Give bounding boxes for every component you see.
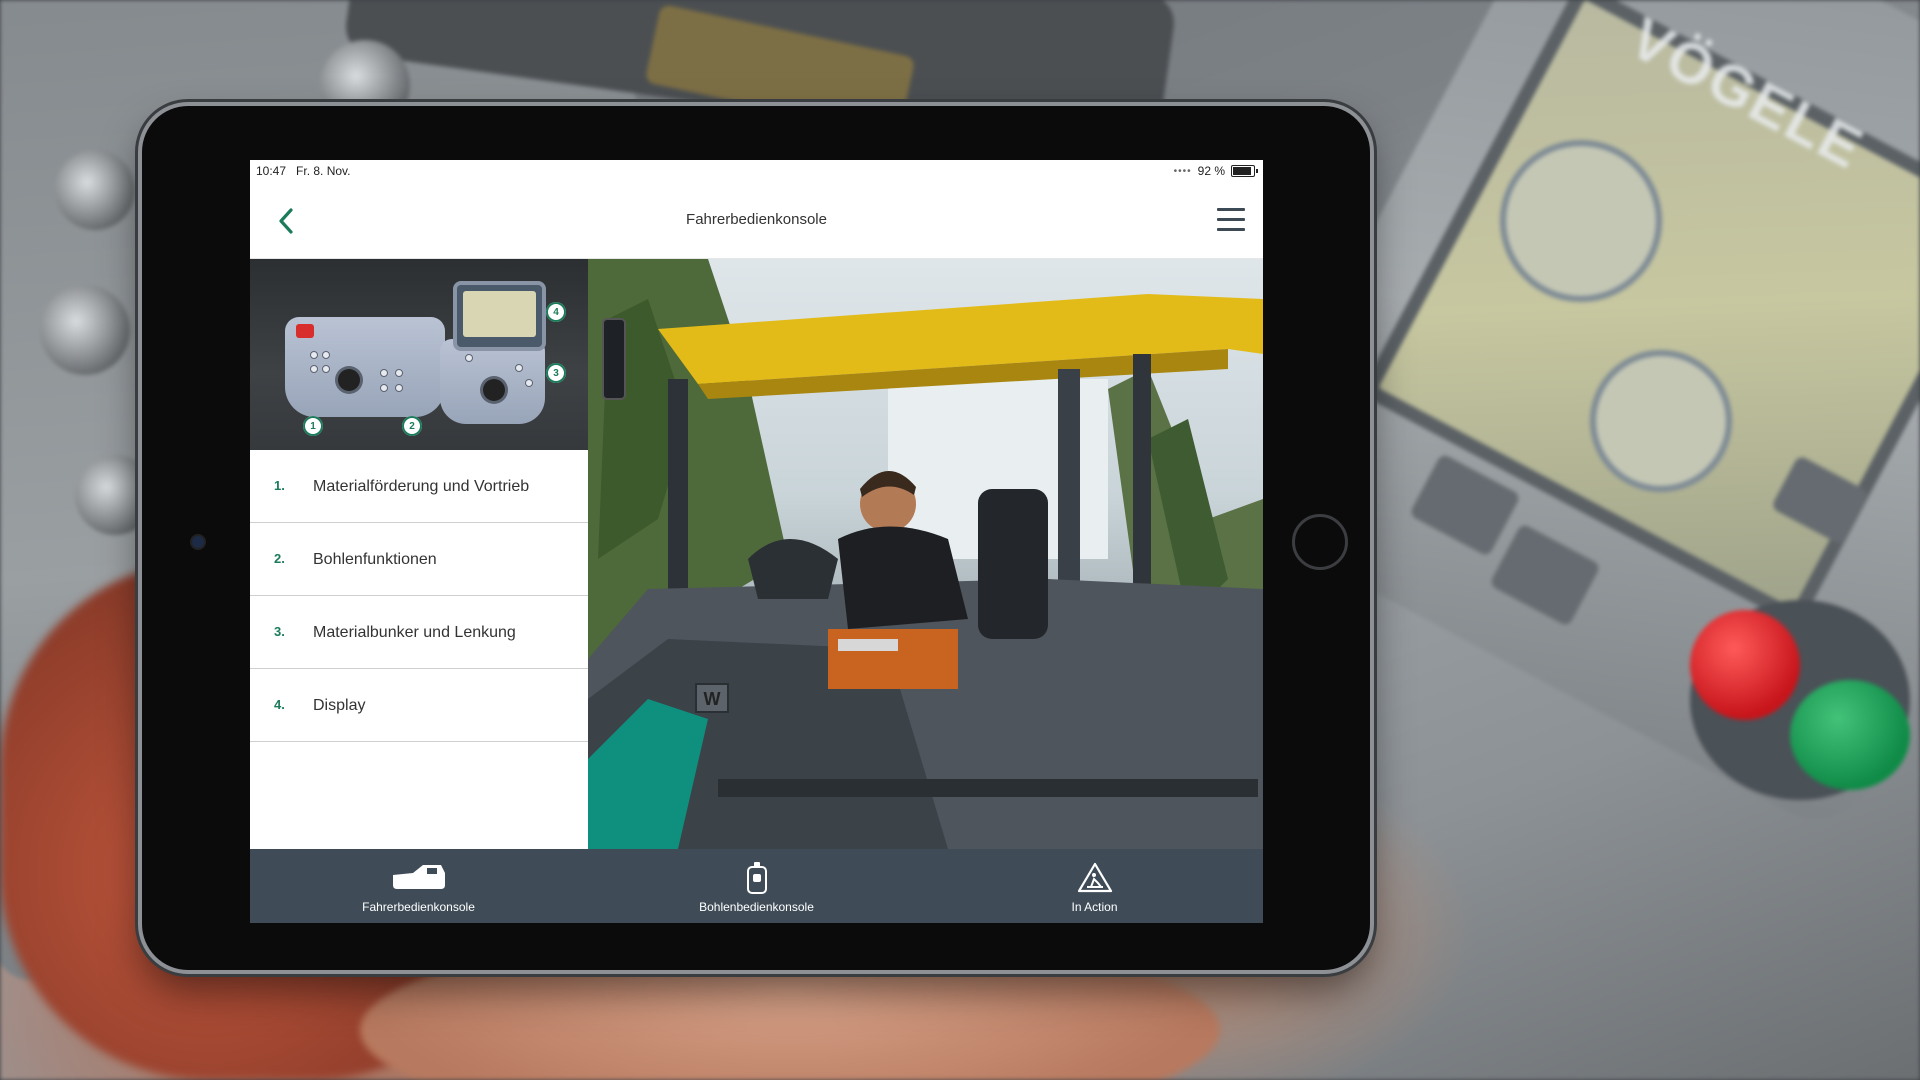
bg-knob [55, 150, 135, 230]
app-screen: 10:47 Fr. 8. Nov. •••• 92 % Fahrerbedien… [250, 160, 1263, 923]
menu-button[interactable] [1217, 208, 1245, 234]
console-display [453, 281, 546, 351]
list-item-materialfoerderung[interactable]: 1. Materialförderung und Vortrieb [250, 450, 588, 523]
console-diagram-image[interactable]: 1 2 3 4 [250, 259, 588, 450]
photo-illustration: W [588, 259, 1263, 849]
tab-bohlenbedienkonsole[interactable]: Bohlenbedienkonsole [588, 849, 925, 923]
bg-gauge [1500, 140, 1662, 302]
wifi-icon: •••• [1173, 165, 1192, 177]
item-number: 1. [274, 478, 285, 493]
tab-in-action[interactable]: In Action [926, 849, 1263, 923]
marker-4[interactable]: 4 [546, 302, 566, 322]
status-time: 10:47 [256, 164, 287, 178]
construction-warning-icon [1077, 862, 1112, 893]
list-item-bohlenfunktionen[interactable]: 2. Bohlenfunktionen [250, 523, 588, 596]
bg-knob [40, 285, 130, 375]
sidebar: 1 2 3 4 1. Materialförderung und Vortrie… [250, 259, 589, 849]
item-label: Materialförderung und Vortrieb [313, 477, 530, 495]
tab-label: In Action [1071, 900, 1118, 914]
item-number: 2. [274, 551, 285, 566]
item-number: 3. [274, 624, 285, 639]
paver-operator-photo: W [588, 259, 1263, 849]
marker-3[interactable]: 3 [546, 363, 566, 383]
item-label: Materialbunker und Lenkung [313, 623, 516, 641]
marker-1[interactable]: 1 [303, 416, 323, 436]
tab-label: Bohlenbedienkonsole [699, 900, 814, 914]
status-date: Fr. 8. Nov. [296, 164, 351, 178]
nav-bar: Fahrerbedienkonsole [250, 182, 1263, 259]
hamburger-menu-icon [1217, 208, 1245, 231]
bg-enter-button [1790, 680, 1910, 790]
svg-text:W: W [704, 689, 721, 709]
emergency-stop [296, 324, 314, 338]
item-label: Bohlenfunktionen [313, 550, 437, 568]
tab-label: Fahrerbedienkonsole [362, 900, 475, 914]
console-knob [483, 379, 505, 401]
bg-esc-button [1690, 610, 1800, 720]
list-item-materialbunker[interactable]: 3. Materialbunker und Lenkung [250, 596, 588, 669]
item-number: 4. [274, 697, 285, 712]
battery-percent: 92 % [1197, 164, 1225, 178]
item-label: Display [313, 696, 366, 714]
list-item-display[interactable]: 4. Display [250, 669, 588, 742]
status-bar: 10:47 Fr. 8. Nov. •••• 92 % [250, 160, 1263, 182]
section-list: 1. Materialförderung und Vortrieb 2. Boh… [250, 450, 588, 742]
front-camera [192, 536, 204, 548]
tab-bar: Fahrerbedienkonsole Bohlenbedienkonsole … [250, 849, 1263, 923]
page-title: Fahrerbedienkonsole [686, 211, 827, 228]
battery-fill [1233, 167, 1252, 175]
marker-2[interactable]: 2 [402, 416, 422, 436]
screed-console-icon [746, 862, 767, 894]
tab-fahrerbedienkonsole[interactable]: Fahrerbedienkonsole [250, 849, 587, 923]
home-button[interactable] [1292, 514, 1348, 570]
bg-gauge [1590, 350, 1732, 492]
battery-icon [1231, 165, 1258, 177]
paver-icon [392, 865, 445, 889]
console-knob [338, 369, 360, 391]
